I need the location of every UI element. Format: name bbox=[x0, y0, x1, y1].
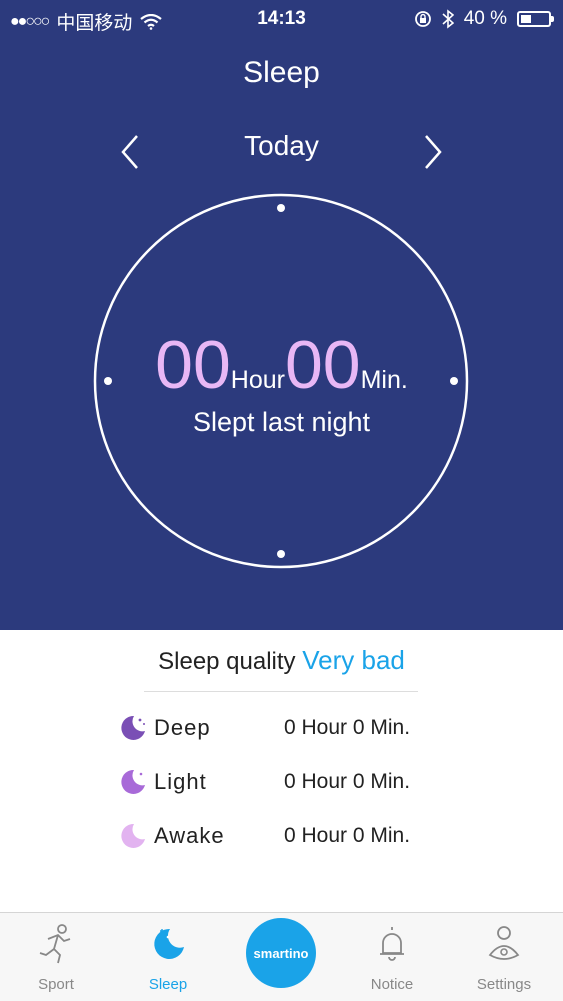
runner-icon bbox=[39, 924, 71, 964]
moon-icon bbox=[121, 769, 145, 794]
hours-unit: Hour bbox=[230, 366, 285, 394]
stage-row-deep: Deep 0 Hour 0 Min. bbox=[118, 708, 448, 748]
battery-percent: 40 % bbox=[463, 8, 507, 29]
tab-sleep[interactable]: Sleep bbox=[112, 913, 224, 1001]
tab-label: Notice bbox=[370, 976, 414, 993]
stage-duration: 0 Hour 0 Min. bbox=[284, 770, 411, 793]
tab-notice[interactable]: Notice bbox=[336, 913, 448, 1001]
brand-logo: smartino bbox=[253, 945, 309, 961]
stage-duration: 0 Hour 0 Min. bbox=[284, 716, 411, 739]
minutes-unit: Min. bbox=[360, 366, 408, 394]
moon-icon bbox=[154, 928, 184, 959]
page-title: Sleep bbox=[243, 56, 320, 89]
stage-duration: 0 Hour 0 Min. bbox=[284, 824, 411, 847]
stage-name: Light bbox=[154, 769, 207, 794]
chevron-right-icon[interactable] bbox=[418, 132, 448, 172]
moon-icon bbox=[121, 715, 145, 740]
tab-sport[interactable]: Sport bbox=[0, 913, 112, 1001]
divider bbox=[144, 691, 418, 692]
stage-row-awake: Awake 0 Hour 0 Min. bbox=[118, 816, 448, 856]
bell-icon bbox=[380, 927, 404, 961]
gear-person-icon bbox=[488, 926, 520, 960]
slept-caption: Slept last night bbox=[192, 407, 371, 437]
bluetooth-icon bbox=[442, 9, 454, 29]
date-label: Today bbox=[244, 130, 319, 161]
hours-value: 00 bbox=[155, 327, 231, 403]
stage-row-light: Light 0 Hour 0 Min. bbox=[118, 762, 448, 802]
tab-label: Sport bbox=[38, 976, 74, 993]
status-bar: ●●○○○ 中国移动 14:13 40 % bbox=[0, 0, 563, 40]
minutes-value: 00 bbox=[284, 327, 361, 403]
sleep-quality-label: Sleep quality bbox=[158, 648, 296, 675]
sleep-quality-value: Very bad bbox=[302, 645, 405, 675]
battery-icon bbox=[517, 11, 554, 27]
tab-label: Sleep bbox=[148, 976, 188, 993]
tab-settings[interactable]: Settings bbox=[448, 913, 560, 1001]
sleep-header-panel: ●●○○○ 中国移动 14:13 40 % Sleep Today 00Hour… bbox=[0, 0, 563, 630]
stage-name: Deep bbox=[154, 715, 211, 740]
tab-label: Settings bbox=[476, 976, 532, 993]
sleep-quality: Sleep quality Very bad bbox=[0, 645, 563, 676]
moon-icon bbox=[121, 823, 145, 848]
rotation-lock-icon bbox=[414, 11, 431, 27]
stage-name: Awake bbox=[154, 823, 225, 848]
smartino-button[interactable]: smartino bbox=[246, 918, 316, 988]
sleep-duration: 00Hour00Min. bbox=[0, 326, 563, 404]
